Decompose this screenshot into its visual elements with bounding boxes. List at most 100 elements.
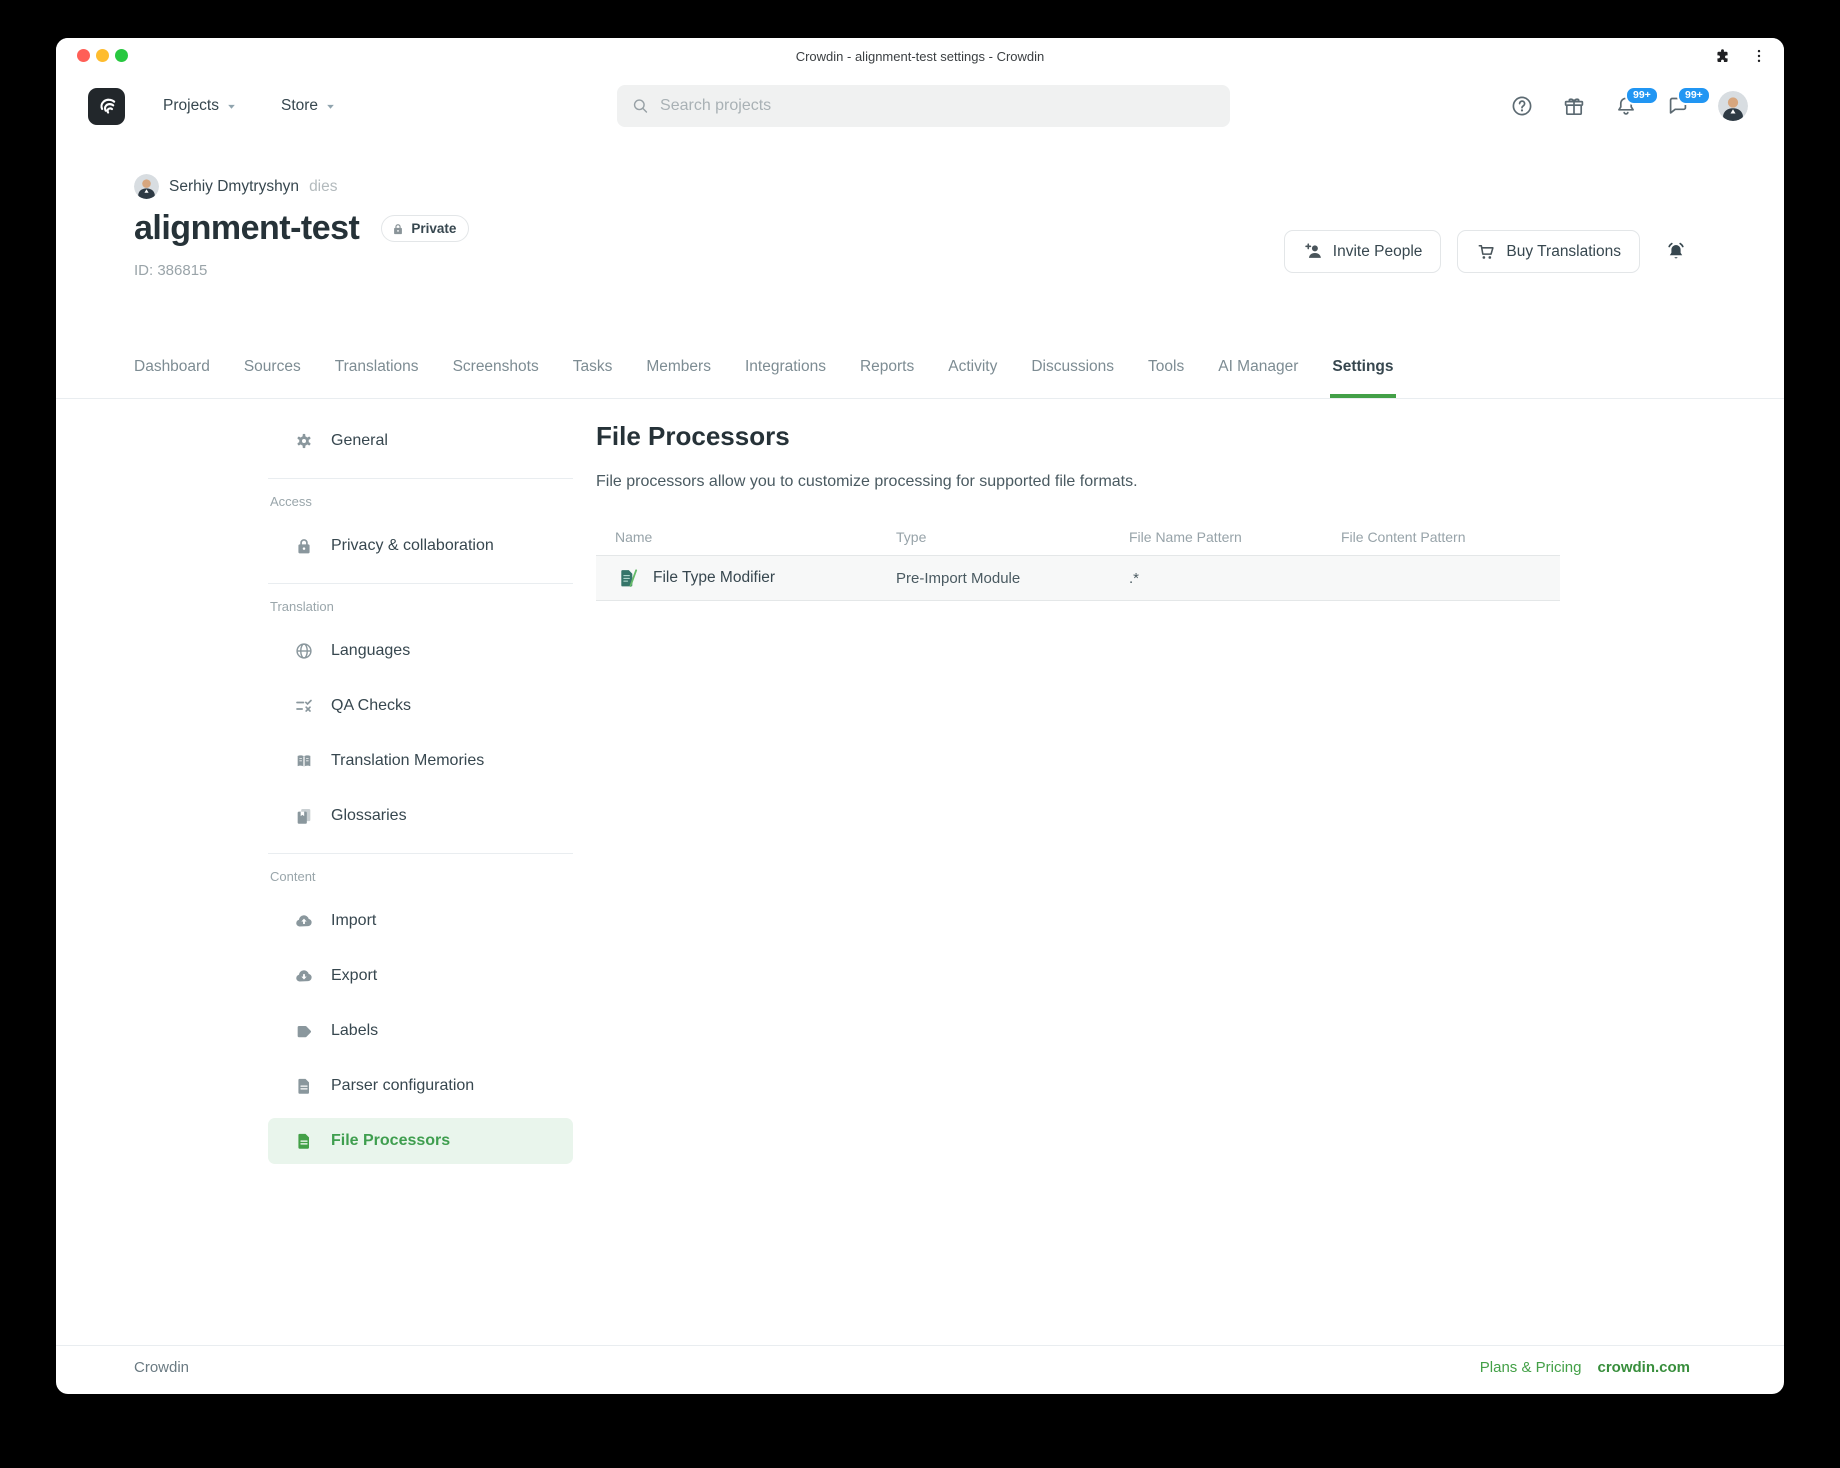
tab-settings[interactable]: Settings — [1332, 358, 1393, 398]
crowdin-com-link[interactable]: crowdin.com — [1597, 1359, 1690, 1376]
tab-tools[interactable]: Tools — [1148, 358, 1184, 398]
user-avatar[interactable] — [1718, 91, 1748, 121]
project-header: Serhiy Dmytryshyn dies alignment-test Pr… — [56, 138, 1784, 344]
tab-reports[interactable]: Reports — [860, 358, 914, 398]
tab-tasks[interactable]: Tasks — [573, 358, 613, 398]
crowdin-logo-icon[interactable] — [88, 88, 125, 125]
search-input[interactable] — [660, 97, 1216, 115]
document-icon — [294, 1076, 314, 1096]
chevron-down-icon — [226, 101, 237, 112]
browser-window: Crowdin - alignment-test settings - Crow… — [56, 38, 1784, 1394]
sidebar-item-label: Languages — [331, 642, 410, 660]
sidebar-item-label: Parser configuration — [331, 1077, 474, 1095]
sidebar-item-label: General — [331, 432, 388, 450]
bell-ring-icon[interactable] — [1664, 240, 1688, 264]
sidebar-item-label: Translation Memories — [331, 752, 484, 770]
sidebar-divider — [268, 583, 573, 584]
cloud-upload-icon — [294, 911, 314, 931]
sidebar-item-translation-memories[interactable]: Translation Memories — [268, 738, 573, 784]
plans-pricing-link[interactable]: Plans & Pricing — [1480, 1359, 1582, 1376]
nav-store-menu[interactable]: Store — [281, 97, 336, 115]
invite-people-button[interactable]: Invite People — [1284, 230, 1442, 273]
search-box — [617, 85, 1230, 127]
sidebar-item-label: QA Checks — [331, 697, 411, 715]
extensions-puzzle-icon[interactable] — [1713, 47, 1732, 66]
sidebar-item-languages[interactable]: Languages — [268, 628, 573, 674]
tab-activity[interactable]: Activity — [948, 358, 997, 398]
top-navbar: Projects Store 99+ 99+ — [56, 74, 1784, 138]
sidebar-item-label: Glossaries — [331, 807, 407, 825]
sidebar-item-file-processors[interactable]: File Processors — [268, 1118, 573, 1164]
column-file-name-pattern: File Name Pattern — [1129, 529, 1341, 545]
lock-icon — [391, 222, 405, 236]
browser-menu-kebab-icon[interactable] — [1750, 47, 1768, 65]
whats-new-button[interactable] — [1562, 94, 1586, 118]
sidebar-item-labels[interactable]: Labels — [268, 1008, 573, 1054]
sidebar-heading-access: Access — [270, 493, 573, 511]
globe-icon — [294, 641, 314, 661]
tab-discussions[interactable]: Discussions — [1031, 358, 1114, 398]
settings-sidebar: General Access Privacy & collaboration T… — [268, 418, 573, 1173]
sidebar-item-label: Import — [331, 912, 376, 930]
tab-integrations[interactable]: Integrations — [745, 358, 826, 398]
chevron-down-icon — [325, 101, 336, 112]
sidebar-item-label: Privacy & collaboration — [331, 537, 494, 555]
book-icon — [294, 751, 314, 771]
table-row[interactable]: File Type Modifier Pre-Import Module .* — [596, 556, 1560, 601]
tab-sources[interactable]: Sources — [244, 358, 301, 398]
search-icon — [631, 96, 650, 116]
column-name: Name — [596, 529, 896, 545]
nav-store-label: Store — [281, 97, 318, 115]
sidebar-item-label: File Processors — [331, 1132, 450, 1150]
lock-icon — [294, 536, 314, 556]
notifications-badge: 99+ — [1625, 86, 1659, 105]
help-icon — [1510, 94, 1534, 118]
project-title: alignment-test — [134, 209, 359, 248]
sidebar-item-qa-checks[interactable]: QA Checks — [268, 683, 573, 729]
sidebar-item-export[interactable]: Export — [268, 953, 573, 999]
sidebar-item-parser-configuration[interactable]: Parser configuration — [268, 1063, 573, 1109]
qa-checks-icon — [294, 696, 314, 716]
tab-dashboard[interactable]: Dashboard — [134, 358, 210, 398]
cloud-download-icon — [294, 966, 314, 986]
sidebar-item-label: Export — [331, 967, 377, 985]
tab-members[interactable]: Members — [646, 358, 711, 398]
page-title: File Processors — [596, 421, 1560, 452]
sidebar-divider — [268, 853, 573, 854]
sidebar-heading-content: Content — [270, 868, 573, 886]
sidebar-item-privacy-collaboration[interactable]: Privacy & collaboration — [268, 523, 573, 569]
page-footer: Crowdin Plans & Pricing crowdin.com — [56, 1345, 1784, 1394]
footer-brand: Crowdin — [134, 1359, 189, 1376]
tab-ai-manager[interactable]: AI Manager — [1218, 358, 1298, 398]
tag-icon — [294, 1021, 314, 1041]
person-add-icon — [1303, 241, 1324, 262]
messages-button[interactable]: 99+ — [1666, 94, 1690, 118]
sidebar-item-general[interactable]: General — [268, 418, 573, 464]
sidebar-divider — [268, 478, 573, 479]
buy-translations-button[interactable]: Buy Translations — [1457, 230, 1640, 273]
gift-icon — [1562, 94, 1586, 118]
owner-suffix: dies — [309, 178, 337, 196]
invite-people-label: Invite People — [1333, 243, 1423, 261]
table-header: Name Type File Name Pattern File Content… — [596, 518, 1560, 556]
window-title: Crowdin - alignment-test settings - Crow… — [56, 38, 1784, 74]
owner-avatar[interactable] — [134, 174, 159, 199]
titlebar: Crowdin - alignment-test settings - Crow… — [56, 38, 1784, 74]
glossary-icon — [294, 806, 314, 826]
settings-content: General Access Privacy & collaboration T… — [56, 399, 1784, 1345]
gear-icon — [294, 431, 314, 451]
nav-projects-menu[interactable]: Projects — [163, 97, 237, 115]
file-processor-icon — [294, 1131, 314, 1151]
help-button[interactable] — [1510, 94, 1534, 118]
file-processors-panel: File Processors File processors allow yo… — [596, 421, 1560, 601]
buy-translations-label: Buy Translations — [1506, 243, 1621, 261]
tab-screenshots[interactable]: Screenshots — [453, 358, 539, 398]
messages-badge: 99+ — [1677, 86, 1711, 105]
nav-projects-label: Projects — [163, 97, 219, 115]
tab-translations[interactable]: Translations — [335, 358, 419, 398]
notifications-button[interactable]: 99+ — [1614, 94, 1638, 118]
sidebar-item-import[interactable]: Import — [268, 898, 573, 944]
owner-name-link[interactable]: Serhiy Dmytryshyn — [169, 178, 299, 196]
sidebar-item-glossaries[interactable]: Glossaries — [268, 793, 573, 839]
file-modifier-icon — [618, 567, 640, 589]
